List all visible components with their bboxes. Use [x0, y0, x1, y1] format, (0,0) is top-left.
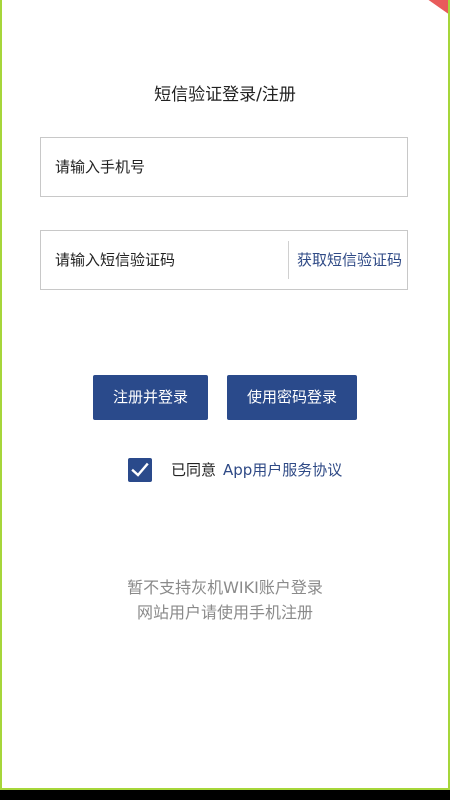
- phone-field[interactable]: [40, 137, 408, 197]
- sms-code-field[interactable]: 获取短信验证码: [40, 230, 408, 290]
- password-login-button[interactable]: 使用密码登录: [227, 375, 357, 420]
- notice-line-2: 网站用户请使用手机注册: [136, 603, 313, 622]
- field-divider: [288, 241, 289, 279]
- agreement-checkbox[interactable]: [128, 458, 152, 482]
- notice-line-1: 暂不支持灰机WIKI账户登录: [127, 578, 323, 597]
- page-title: 短信验证登录/注册: [154, 85, 296, 105]
- checkmark-icon: [131, 462, 149, 477]
- sms-code-input[interactable]: [55, 231, 275, 289]
- get-sms-code-button[interactable]: 获取短信验证码: [297, 231, 402, 289]
- register-login-button[interactable]: 注册并登录: [93, 375, 208, 420]
- agreement-prefix: 已同意: [171, 461, 217, 479]
- phone-input[interactable]: [55, 138, 275, 196]
- login-screen: 短信验证登录/注册 获取短信验证码 注册并登录 使用密码登录 已同意 App用户…: [0, 0, 450, 790]
- corner-ribbon: [423, 0, 448, 20]
- service-agreement-link[interactable]: App用户服务协议: [223, 458, 342, 482]
